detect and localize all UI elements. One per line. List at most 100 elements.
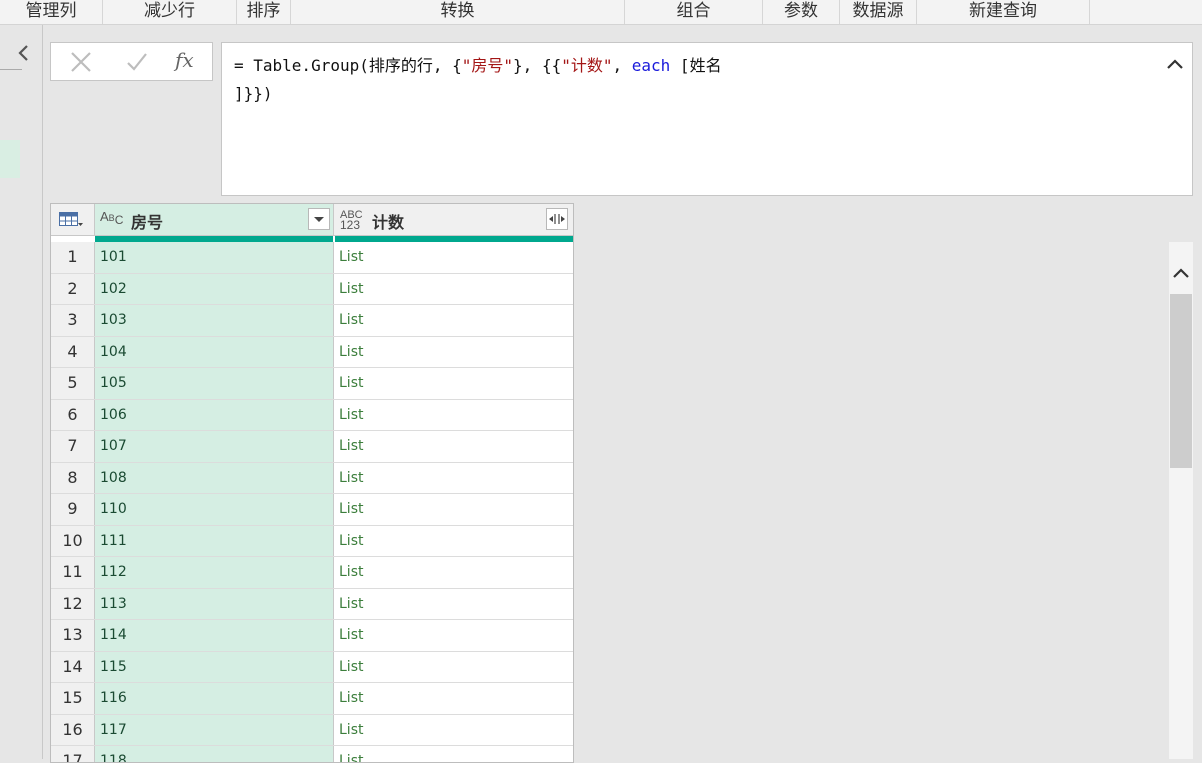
- cell-count-list[interactable]: List: [334, 526, 573, 557]
- cell-count-list[interactable]: List: [334, 400, 573, 431]
- table-row[interactable]: 2 102 List: [51, 273, 573, 305]
- table-row[interactable]: 8 108 List: [51, 462, 573, 494]
- chevron-up-icon[interactable]: [1171, 262, 1191, 284]
- row-number[interactable]: 7: [51, 431, 95, 462]
- filter-dropdown-icon[interactable]: [308, 208, 330, 230]
- ribbon-group-parameters: 参数: [763, 0, 840, 24]
- ribbon-group-manage-columns: 管理列: [0, 0, 103, 24]
- table-row[interactable]: 5 105 List: [51, 368, 573, 400]
- cell-count-list[interactable]: List: [334, 589, 573, 620]
- collapse-pane-icon[interactable]: [14, 43, 34, 63]
- row-number[interactable]: 11: [51, 557, 95, 588]
- row-number[interactable]: 17: [51, 746, 95, 762]
- vertical-scrollbar[interactable]: [1169, 242, 1193, 759]
- cell-count-list[interactable]: List: [334, 305, 573, 336]
- table-row[interactable]: 6 106 List: [51, 399, 573, 431]
- table-row[interactable]: 13 114 List: [51, 620, 573, 652]
- cell-room[interactable]: 110: [95, 494, 334, 525]
- check-icon[interactable]: [125, 51, 149, 73]
- row-number[interactable]: 12: [51, 588, 95, 619]
- formula-line-2: ]}}): [234, 84, 273, 103]
- grid-rows: 1 101 List 2 102 List 3 103 List 4 104 List 5 105 List…: [51, 242, 573, 762]
- ribbon-group-data-sources: 数据源: [840, 0, 917, 24]
- table-row[interactable]: 7 107 List: [51, 431, 573, 463]
- cell-count-list[interactable]: List: [334, 431, 573, 462]
- row-number[interactable]: 8: [51, 462, 95, 493]
- row-number[interactable]: 13: [51, 620, 95, 651]
- cell-count-list[interactable]: List: [334, 557, 573, 588]
- cell-room[interactable]: 118: [95, 746, 334, 762]
- cell-count-list[interactable]: List: [334, 337, 573, 368]
- table-row[interactable]: 10 111 List: [51, 525, 573, 557]
- cell-room[interactable]: 113: [95, 588, 334, 619]
- cell-count-list[interactable]: List: [334, 494, 573, 525]
- table-row[interactable]: 16 117 List: [51, 714, 573, 746]
- table-row[interactable]: 1 101 List: [51, 242, 573, 274]
- ribbon-group-combine: 组合: [625, 0, 763, 24]
- cell-room[interactable]: 114: [95, 620, 334, 651]
- cell-count-list[interactable]: List: [334, 463, 573, 494]
- cell-room[interactable]: 115: [95, 651, 334, 682]
- formula-line-1: = Table.Group(排序的行, {"房号"}, {{"计数", each…: [234, 56, 722, 75]
- row-number[interactable]: 5: [51, 368, 95, 399]
- cell-room[interactable]: 102: [95, 273, 334, 304]
- table-row[interactable]: 3 103 List: [51, 305, 573, 337]
- cell-room[interactable]: 111: [95, 525, 334, 556]
- row-number[interactable]: 14: [51, 651, 95, 682]
- cell-count-list[interactable]: List: [334, 620, 573, 651]
- cell-room[interactable]: 117: [95, 714, 334, 745]
- row-number[interactable]: 3: [51, 305, 95, 336]
- selected-query-indicator[interactable]: [0, 140, 20, 178]
- cell-count-list[interactable]: List: [334, 274, 573, 305]
- cell-room[interactable]: 112: [95, 557, 334, 588]
- any-type-icon: ABC 123: [340, 209, 363, 232]
- table-row[interactable]: 14 115 List: [51, 651, 573, 683]
- ribbon-group-transform: 转换: [291, 0, 625, 24]
- ribbon-group-new-query: 新建查询: [917, 0, 1090, 24]
- ribbon-group-reduce-rows: 减少行: [103, 0, 237, 24]
- fx-icon[interactable]: fx: [175, 48, 194, 72]
- cell-room[interactable]: 104: [95, 336, 334, 367]
- cell-room[interactable]: 107: [95, 431, 334, 462]
- table-menu-button[interactable]: [51, 204, 95, 236]
- chevron-up-icon[interactable]: [1164, 53, 1186, 75]
- table-row[interactable]: 17 118 List: [51, 746, 573, 762]
- table-row[interactable]: 9 110 List: [51, 494, 573, 526]
- cell-room[interactable]: 106: [95, 399, 334, 430]
- table-row[interactable]: 12 113 List: [51, 588, 573, 620]
- scrollbar-thumb[interactable]: [1170, 294, 1192, 468]
- cell-count-list[interactable]: List: [334, 368, 573, 399]
- cell-room[interactable]: 101: [95, 242, 334, 273]
- row-number[interactable]: 6: [51, 399, 95, 430]
- cell-count-list[interactable]: List: [334, 746, 573, 762]
- close-icon[interactable]: [69, 51, 93, 73]
- table-row[interactable]: 15 116 List: [51, 683, 573, 715]
- row-number[interactable]: 2: [51, 273, 95, 304]
- cell-room[interactable]: 116: [95, 683, 334, 714]
- cell-room[interactable]: 103: [95, 305, 334, 336]
- cell-count-list[interactable]: List: [334, 715, 573, 746]
- row-number[interactable]: 15: [51, 683, 95, 714]
- row-number[interactable]: 16: [51, 714, 95, 745]
- row-number[interactable]: 10: [51, 525, 95, 556]
- cell-count-list[interactable]: List: [334, 683, 573, 714]
- cell-count-list[interactable]: List: [334, 652, 573, 683]
- cell-room[interactable]: 105: [95, 368, 334, 399]
- row-number[interactable]: 1: [51, 242, 95, 273]
- ribbon-group-labels: 管理列 减少行 排序 转换 组合 参数 数据源 新建查询: [0, 0, 1202, 25]
- ribbon-group-sort: 排序: [237, 0, 291, 24]
- table-row[interactable]: 4 104 List: [51, 336, 573, 368]
- column-header-count[interactable]: ABC 123 计数: [334, 204, 573, 236]
- pane-divider: [0, 69, 22, 70]
- row-number[interactable]: 4: [51, 336, 95, 367]
- table-row[interactable]: 11 112 List: [51, 557, 573, 589]
- column-header-label: 房号: [131, 213, 164, 232]
- cell-room[interactable]: 108: [95, 462, 334, 493]
- expand-column-icon[interactable]: [546, 208, 568, 230]
- cell-count-list[interactable]: List: [334, 242, 573, 273]
- data-grid: ABC 房号 ABC 123 计数 1 101 List 2 102 List 3 103 Lis…: [50, 203, 574, 763]
- column-header-label: 计数: [372, 213, 405, 232]
- row-number[interactable]: 9: [51, 494, 95, 525]
- column-header-room[interactable]: ABC 房号: [95, 204, 334, 236]
- formula-editor[interactable]: = Table.Group(排序的行, {"房号"}, {{"计数", each…: [221, 42, 1193, 196]
